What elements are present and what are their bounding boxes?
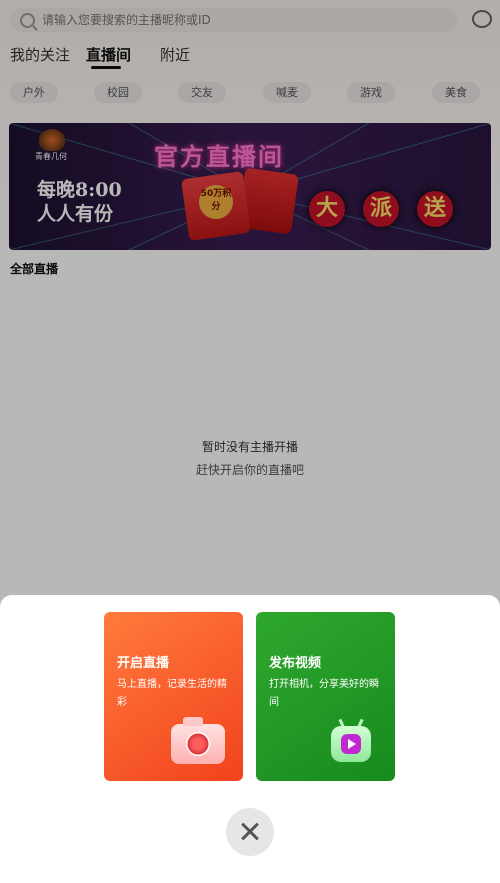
start-live-card[interactable]: 开启直播 马上直播，记录生活的精彩 (104, 612, 243, 781)
publish-video-desc: 打开相机，分享美好的瞬间 (269, 679, 379, 708)
camera-lens (186, 732, 210, 756)
close-button[interactable] (226, 808, 274, 856)
tv-play-icon (331, 726, 371, 762)
publish-video-card[interactable]: 发布视频 打开相机，分享美好的瞬间 (256, 612, 395, 781)
create-action-sheet: 开启直播 马上直播，记录生活的精彩 发布视频 打开相机，分享美好的瞬间 (0, 595, 500, 883)
play-icon (341, 734, 361, 754)
publish-video-title: 发布视频 (269, 656, 322, 671)
start-live-title: 开启直播 (117, 656, 170, 671)
start-live-desc: 马上直播，记录生活的精彩 (117, 679, 227, 708)
camera-icon (171, 717, 225, 764)
